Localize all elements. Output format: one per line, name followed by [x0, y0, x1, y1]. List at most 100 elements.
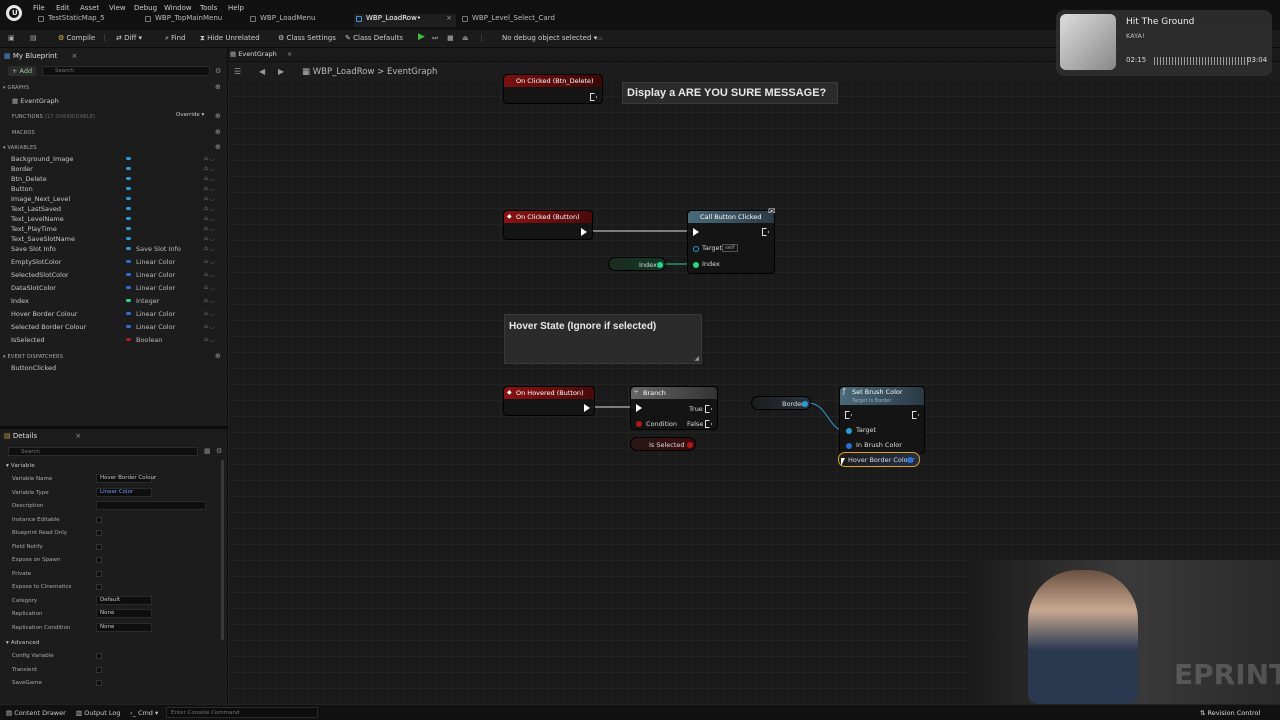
- variable-item[interactable]: Text_SaveSlotName: [11, 235, 75, 243]
- detail-checkbox[interactable]: [96, 557, 102, 563]
- scrollbar[interactable]: [221, 460, 224, 640]
- detail-checkbox[interactable]: [96, 680, 102, 686]
- node-get-border[interactable]: Border: [751, 396, 811, 410]
- more-icon[interactable]: ⋮: [101, 34, 108, 42]
- content-drawer-button[interactable]: ▤ Content Drawer: [6, 709, 66, 717]
- variable-item[interactable]: DataSlotColor: [11, 284, 56, 292]
- index-pin[interactable]: [693, 262, 699, 268]
- detail-field[interactable]: Hover Border Colour: [96, 474, 156, 483]
- graph-item-eventgraph[interactable]: ▦ EventGraph: [12, 97, 59, 105]
- grid-view-icon[interactable]: ▦: [204, 447, 211, 455]
- exec-out-pin[interactable]: [581, 228, 587, 236]
- visibility-icon[interactable]: ⌂ ◡: [204, 235, 215, 242]
- variable-item[interactable]: Button: [11, 185, 33, 193]
- search-input[interactable]: [42, 66, 210, 76]
- variable-type-label[interactable]: Linear Color: [136, 284, 175, 292]
- visibility-icon[interactable]: ⌂ ◡: [204, 297, 215, 304]
- console-input[interactable]: [166, 707, 318, 718]
- comment-box-are-you-sure[interactable]: Display a ARE YOU SURE MESSAGE?: [622, 82, 838, 104]
- add-function-icon[interactable]: ⊕: [215, 112, 221, 120]
- node-set-brush-color[interactable]: Set Brush Color Target is Border ƒ Targe…: [839, 386, 925, 454]
- more-icon[interactable]: ⋮: [478, 34, 485, 42]
- macros-section-header[interactable]: MACROS: [12, 130, 35, 136]
- dispatcher-item[interactable]: ButtonClicked: [11, 364, 56, 372]
- variable-item[interactable]: Image_Next_Level: [11, 195, 70, 203]
- find-debug-icon[interactable]: ▭: [596, 34, 603, 42]
- variable-item[interactable]: Text_LastSaved: [11, 205, 61, 213]
- tab-teststaticmap[interactable]: TestStaticMap_5: [36, 14, 105, 27]
- class-defaults-button[interactable]: ✎ Class Defaults: [345, 34, 403, 42]
- browse-icon[interactable]: ▤: [30, 34, 37, 42]
- visibility-icon[interactable]: ⌂ ◡: [204, 336, 215, 343]
- step-icon[interactable]: ⏭: [432, 34, 438, 43]
- diff-button[interactable]: ⇄ Diff ▾: [116, 34, 142, 42]
- tab-wbp-level-select-card[interactable]: WBP_Level_Select_Card: [460, 14, 555, 27]
- variable-item[interactable]: Save Slot Info: [11, 245, 56, 253]
- detail-checkbox[interactable]: [96, 570, 102, 577]
- variable-item[interactable]: Selected Border Colour: [11, 323, 86, 331]
- condition-pin[interactable]: [636, 421, 642, 427]
- detail-checkbox[interactable]: [96, 666, 102, 673]
- variable-item[interactable]: Text_PlayTime: [11, 225, 57, 233]
- add-variable-icon[interactable]: ⊕: [215, 143, 221, 151]
- variable-item[interactable]: SelectedSlotColor: [11, 271, 69, 279]
- advanced-section-header[interactable]: ▾ Advanced: [6, 640, 40, 646]
- variable-item[interactable]: IsSelected: [11, 336, 44, 344]
- save-icon[interactable]: ▣: [8, 34, 15, 42]
- visibility-icon[interactable]: ⌂ ◡: [204, 310, 215, 317]
- border-out-pin[interactable]: [802, 401, 808, 407]
- graphs-section-header[interactable]: ▾ GRAPHS: [3, 85, 29, 91]
- class-settings-button[interactable]: ⚙ Class Settings: [278, 34, 336, 42]
- visibility-icon[interactable]: ⌂ ◡: [204, 215, 215, 222]
- variable-item[interactable]: EmptySlotColor: [11, 258, 61, 266]
- eject-icon[interactable]: ⏏: [462, 34, 469, 42]
- detail-checkbox[interactable]: [96, 584, 102, 590]
- variable-type-label[interactable]: Save Slot Info: [136, 245, 181, 253]
- menu-window[interactable]: Window: [164, 4, 192, 12]
- tab-wbp-loadmenu[interactable]: WBP_LoadMenu: [248, 14, 315, 27]
- add-macro-icon[interactable]: ⊕: [215, 128, 221, 136]
- node-on-clicked-btn-delete[interactable]: On Clicked (Btn_Delete): [503, 74, 603, 104]
- visibility-icon[interactable]: ⌂ ◡: [204, 258, 215, 265]
- hover-border-out-pin[interactable]: [907, 457, 913, 463]
- variable-type-label[interactable]: Integer: [136, 297, 159, 305]
- exec-out-pin[interactable]: [912, 411, 919, 419]
- menu-view[interactable]: View: [109, 4, 126, 12]
- exec-out-pin[interactable]: [762, 228, 769, 236]
- tab-wbp-loadrow[interactable]: WBP_LoadRow• ×: [354, 14, 456, 27]
- find-button[interactable]: ⌕ Find: [165, 34, 186, 43]
- target-pin[interactable]: [846, 428, 852, 434]
- visibility-icon[interactable]: ⌂ ◡: [204, 245, 215, 252]
- menu-file[interactable]: File: [33, 4, 45, 12]
- visibility-icon[interactable]: ⌂ ◡: [204, 185, 215, 192]
- false-exec-pin[interactable]: [705, 420, 712, 428]
- exec-out-pin[interactable]: [584, 404, 590, 412]
- menu-tools[interactable]: Tools: [200, 4, 217, 12]
- stop-icon[interactable]: ■: [447, 34, 454, 42]
- unreal-logo-icon[interactable]: U: [6, 5, 22, 21]
- menu-help[interactable]: Help: [228, 4, 244, 12]
- settings-icon[interactable]: ⚙: [216, 447, 222, 455]
- resize-handle-icon[interactable]: ◢: [694, 355, 699, 362]
- visibility-icon[interactable]: ⌂ ◡: [204, 323, 215, 330]
- variable-item[interactable]: Border: [11, 165, 33, 173]
- hide-unrelated-button[interactable]: ⧗ Hide Unrelated: [200, 34, 260, 43]
- index-out-pin[interactable]: [657, 262, 663, 268]
- variable-type-label[interactable]: Linear Color: [136, 310, 175, 318]
- detail-checkbox[interactable]: [96, 530, 102, 536]
- variable-type-label[interactable]: Linear Color: [136, 258, 175, 266]
- exec-out-pin[interactable]: [590, 93, 597, 101]
- tab-details[interactable]: ▤ Details ×: [4, 432, 81, 446]
- close-icon[interactable]: ×: [75, 432, 81, 440]
- close-icon[interactable]: ×: [446, 14, 452, 22]
- detail-field[interactable]: [96, 501, 206, 510]
- true-exec-pin[interactable]: [705, 405, 712, 413]
- menu-edit[interactable]: Edit: [56, 4, 70, 12]
- detail-select[interactable]: None: [96, 609, 152, 618]
- is-selected-out-pin[interactable]: [687, 442, 693, 448]
- menu-asset[interactable]: Asset: [80, 4, 99, 12]
- debug-object-select[interactable]: No debug object selected ▾: [502, 34, 597, 42]
- node-get-is-selected[interactable]: Is Selected: [630, 437, 696, 451]
- detail-checkbox[interactable]: [96, 516, 102, 523]
- variable-item[interactable]: Hover Border Colour: [11, 310, 77, 318]
